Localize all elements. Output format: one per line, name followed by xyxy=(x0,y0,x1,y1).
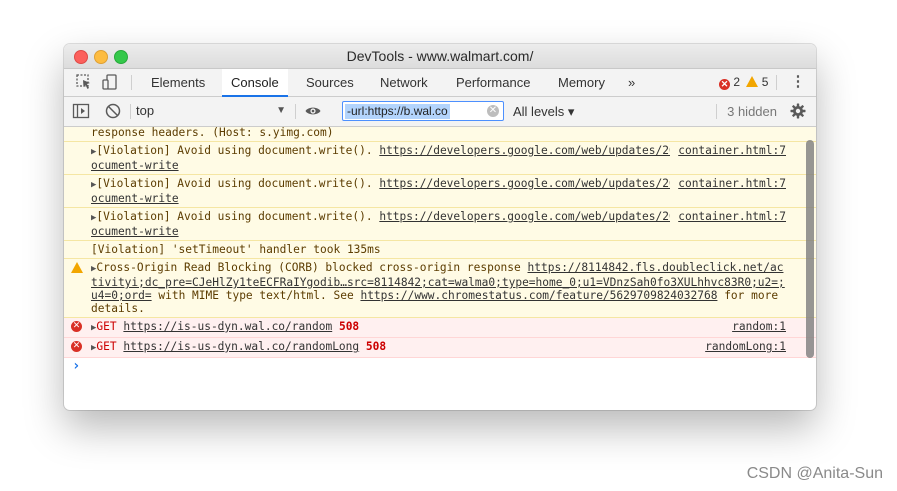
hidden-messages-count: 3 hidden xyxy=(727,104,777,119)
message-text: [Violation] Avoid using document.write()… xyxy=(96,177,373,190)
tab-network[interactable]: Network xyxy=(380,69,428,96)
tab-divider xyxy=(131,75,132,90)
message-text: [Violation] 'setTimeout' handler took 13… xyxy=(91,243,381,256)
console-prompt[interactable]: › xyxy=(64,358,816,375)
message-text: with MIME type text/html. See xyxy=(158,289,354,302)
message-source[interactable]: container.html:7 xyxy=(670,177,786,190)
message-source[interactable]: container.html:7 xyxy=(670,210,786,223)
filter-input[interactable]: -url:https://b.wal.co ✕ xyxy=(342,101,504,121)
settings-gear-icon[interactable] xyxy=(789,102,807,120)
message-text: [Violation] Avoid using document.write()… xyxy=(96,210,373,223)
console-message: response headers. (Host: s.yimg.com) xyxy=(64,127,816,142)
tab-divider xyxy=(776,75,777,90)
toolbar-divider xyxy=(716,104,717,119)
error-count: 2 xyxy=(733,75,741,89)
tab-performance[interactable]: Performance xyxy=(456,69,530,96)
warning-count-icon xyxy=(746,76,759,87)
message-link[interactable]: https://is-us-dyn.wal.co/random xyxy=(123,320,332,333)
toolbar-divider xyxy=(295,104,296,119)
context-value: top xyxy=(136,103,155,118)
message-source[interactable]: random:1 xyxy=(732,320,786,333)
console-scrollbar[interactable] xyxy=(806,140,814,358)
request-method: GET xyxy=(96,320,117,333)
panel-tab-bar: Elements Console Sources Network Perform… xyxy=(64,69,816,97)
console-message[interactable]: ▶[Violation] Avoid using document.write(… xyxy=(64,175,816,208)
more-tabs-button[interactable]: » xyxy=(628,69,635,96)
console-messages: response headers. (Host: s.yimg.com) ▶[V… xyxy=(64,127,816,410)
device-toolbar-icon[interactable] xyxy=(101,73,119,91)
status-code: 508 xyxy=(365,340,387,353)
console-message[interactable]: ▶[Violation] Avoid using document.write(… xyxy=(64,142,816,175)
tab-console[interactable]: Console xyxy=(222,69,288,97)
message-source[interactable]: randomLong:1 xyxy=(705,340,786,353)
status-code: 508 xyxy=(338,320,360,333)
filter-value: -url:https://b.wal.co xyxy=(345,104,450,119)
tab-memory[interactable]: Memory xyxy=(558,69,605,96)
message-link[interactable]: https://www.chromestatus.com/feature/562… xyxy=(360,289,717,302)
message-text: Cross-Origin Read Blocking (CORB) blocke… xyxy=(96,261,521,274)
clear-filter-icon[interactable]: ✕ xyxy=(487,105,499,117)
warning-icon xyxy=(71,262,83,273)
message-text: [Violation] Avoid using document.write()… xyxy=(96,144,373,157)
more-options-icon[interactable]: ⋮ xyxy=(789,73,807,91)
toolbar-divider xyxy=(130,104,131,119)
log-levels-dropdown[interactable]: All levels ▾ xyxy=(513,97,574,126)
error-count-icon: ✕ xyxy=(719,79,730,90)
watermark: CSDN @Anita-Sun xyxy=(746,465,883,482)
message-text: response headers. (Host: s.yimg.com) xyxy=(91,127,334,139)
message-link[interactable]: https://is-us-dyn.wal.co/randomLong xyxy=(123,340,359,353)
warning-count: 5 xyxy=(761,75,769,89)
window-title: DevTools - www.walmart.com/ xyxy=(346,48,534,64)
clear-console-icon[interactable] xyxy=(104,102,122,120)
tab-elements[interactable]: Elements xyxy=(151,69,205,96)
console-message[interactable]: ▶[Violation] Avoid using document.write(… xyxy=(64,208,816,241)
devtools-window: DevTools - www.walmart.com/ Elements Con… xyxy=(64,44,816,410)
error-icon: ✕ xyxy=(71,321,82,332)
request-method: GET xyxy=(96,340,117,353)
console-toolbar: top ▼ -url:https://b.wal.co ✕ All levels… xyxy=(64,97,816,127)
live-expression-eye-icon[interactable] xyxy=(304,102,322,120)
message-source[interactable]: container.html:7 xyxy=(670,144,786,157)
console-message[interactable]: ✕ ▶GET https://is-us-dyn.wal.co/random 50… xyxy=(64,318,816,338)
title-bar: DevTools - www.walmart.com/ xyxy=(64,44,816,69)
inspect-element-icon[interactable] xyxy=(75,73,93,91)
show-sidebar-icon[interactable] xyxy=(72,102,90,120)
console-message: [Violation] 'setTimeout' handler took 13… xyxy=(64,241,816,259)
console-message[interactable]: ✕ ▶GET https://is-us-dyn.wal.co/randomLon… xyxy=(64,338,816,358)
prompt-chevron-icon: › xyxy=(72,358,81,374)
context-select[interactable]: top ▼ xyxy=(136,101,286,121)
tab-sources[interactable]: Sources xyxy=(306,69,354,96)
issue-counter[interactable]: ✕ 2 5 xyxy=(719,69,768,96)
console-message[interactable]: ▶Cross-Origin Read Blocking (CORB) block… xyxy=(64,259,816,318)
chevron-down-icon: ▼ xyxy=(276,105,286,116)
error-icon: ✕ xyxy=(71,341,82,352)
